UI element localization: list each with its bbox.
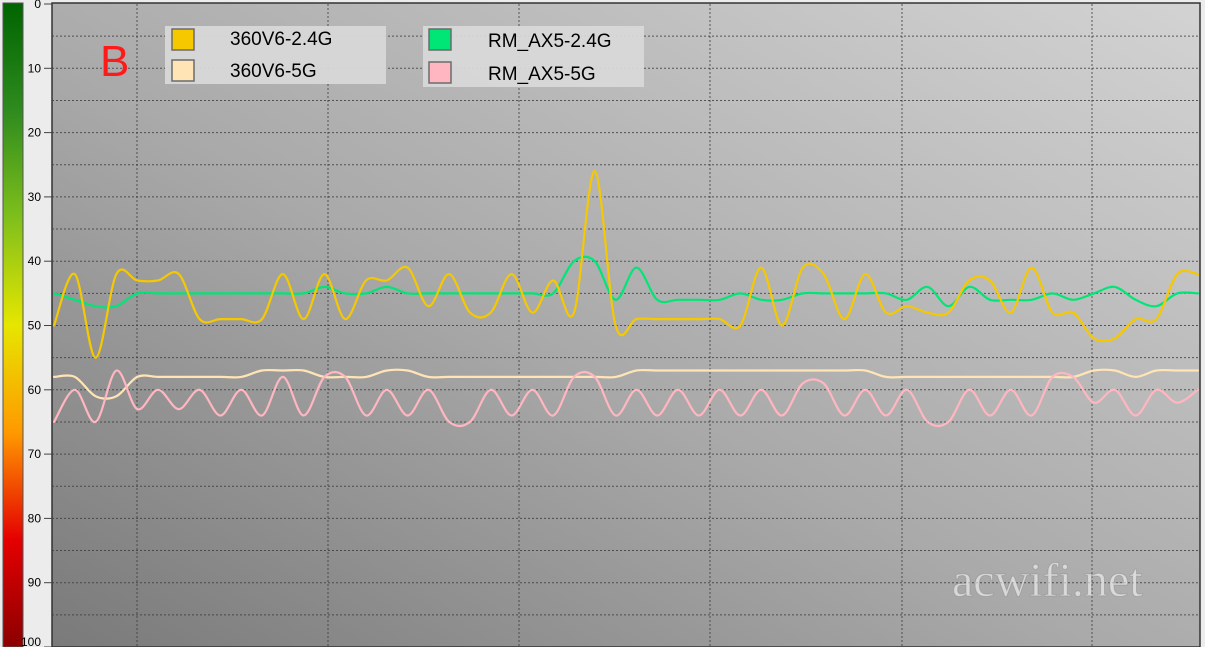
legend-swatch-360v6-5g — [171, 59, 195, 82]
y-tick-label: 0 — [34, 0, 41, 11]
y-tick-label: 10 — [28, 61, 42, 75]
chart: 0 10 20 30 40 50 60 70 80 90 100 B 360V6-2.4G 360V… — [2, 0, 1201, 647]
y-tick-label: 50 — [28, 319, 42, 333]
y-tick-label: 70 — [28, 447, 42, 461]
y-tick-label: 20 — [28, 126, 42, 140]
y-tick-label: 80 — [28, 511, 42, 525]
legend-label-360v6-2-4g: 360V6-2.4G — [230, 29, 332, 50]
legend-label-rm-ax5-5g: RM_AX5-5G — [488, 64, 596, 85]
legend-swatch-rm-ax5-2-4g — [428, 28, 452, 51]
watermark-text: acwifi.net — [952, 554, 1143, 607]
y-tick-label: 30 — [28, 190, 42, 204]
color-scale-bar — [2, 2, 24, 647]
chart-badge: B — [100, 37, 129, 86]
legend-swatch-360v6-2-4g — [171, 28, 195, 51]
y-tick-label: 90 — [28, 576, 42, 590]
legend-swatch-rm-ax5-5g — [428, 61, 452, 84]
y-axis-ticks: 0 10 20 30 40 50 60 70 80 90 100 — [21, 0, 52, 647]
y-tick-label: 40 — [28, 254, 42, 268]
legend-label-360v6-5g: 360V6-5G — [230, 61, 317, 82]
legend-label-rm-ax5-2-4g: RM_AX5-2.4G — [488, 31, 612, 52]
y-tick-label: 60 — [28, 383, 42, 397]
y-tick-label: 100 — [21, 635, 41, 647]
